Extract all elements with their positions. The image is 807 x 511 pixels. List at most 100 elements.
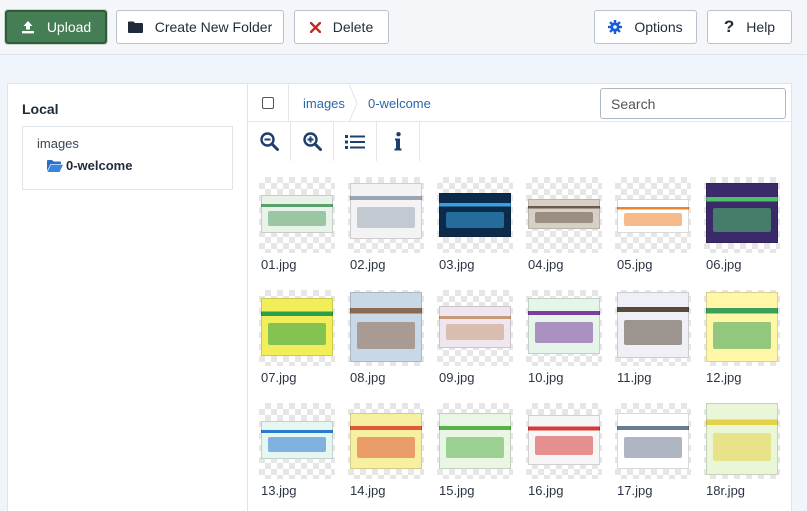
upload-button[interactable]: Upload xyxy=(5,10,107,44)
file-thumbnail[interactable] xyxy=(348,403,424,479)
close-icon xyxy=(309,21,321,33)
file-item[interactable]: 13.jpg xyxy=(259,403,335,498)
thumbnail-graphic xyxy=(623,319,683,346)
sidebar: Local images 0-welcome xyxy=(7,83,247,511)
create-new-folder-button[interactable]: Create New Folder xyxy=(116,10,284,44)
thumbnail-graphic xyxy=(623,213,683,227)
breadcrumb-0-welcome[interactable]: 0-welcome xyxy=(368,96,431,111)
file-thumbnail[interactable] xyxy=(615,290,691,366)
thumbnail-graphic xyxy=(267,322,327,345)
file-item[interactable]: 16.jpg xyxy=(526,403,602,498)
tree-item-label: 0-welcome xyxy=(66,158,133,173)
file-name: 18r.jpg xyxy=(706,483,746,498)
info-button[interactable] xyxy=(377,122,420,161)
thumbnail-image xyxy=(261,298,333,356)
thumbnail-image xyxy=(439,306,511,348)
breadcrumb-images[interactable]: images xyxy=(303,96,345,111)
thumbnail-graphic xyxy=(445,323,505,340)
thumbnail-graphic xyxy=(356,436,416,459)
delete-label: Delete xyxy=(332,19,374,35)
thumbnail-image xyxy=(350,413,422,469)
delete-button[interactable]: Delete xyxy=(294,10,389,44)
options-button[interactable]: Options xyxy=(594,10,697,44)
zoom-in-button[interactable] xyxy=(291,122,334,161)
upload-icon xyxy=(21,20,35,34)
thumbnail-image xyxy=(439,413,511,469)
file-name: 01.jpg xyxy=(261,257,297,272)
file-name: 08.jpg xyxy=(350,370,386,385)
list-view-button[interactable] xyxy=(334,122,377,161)
thumbnail-image xyxy=(617,292,689,358)
file-item[interactable]: 07.jpg xyxy=(259,290,335,385)
file-item[interactable]: 08.jpg xyxy=(348,290,424,385)
file-thumbnail[interactable] xyxy=(437,403,513,479)
file-item[interactable]: 04.jpg xyxy=(526,177,602,272)
thumbnail-image xyxy=(706,183,778,243)
file-name: 17.jpg xyxy=(617,483,653,498)
thumbnail-graphic xyxy=(267,437,327,452)
file-thumbnail[interactable] xyxy=(259,290,335,366)
thumbnail-image xyxy=(528,415,600,465)
search-input[interactable] xyxy=(600,88,786,119)
thumbnail-image xyxy=(528,298,600,354)
thumbnail-image xyxy=(350,183,422,239)
thumbnail-image xyxy=(706,292,778,362)
select-all-checkbox[interactable] xyxy=(262,97,274,109)
file-thumbnail[interactable] xyxy=(437,177,513,253)
file-item[interactable]: 09.jpg xyxy=(437,290,513,385)
open-folder-icon xyxy=(47,159,63,172)
file-thumbnail[interactable] xyxy=(437,290,513,366)
file-name: 14.jpg xyxy=(350,483,386,498)
divider xyxy=(288,84,289,122)
help-label: Help xyxy=(746,19,776,35)
thumbnail-image xyxy=(706,403,778,475)
file-name: 10.jpg xyxy=(528,370,564,385)
file-name: 09.jpg xyxy=(439,370,475,385)
file-item[interactable]: 02.jpg xyxy=(348,177,424,272)
thumbnail-image xyxy=(617,413,689,469)
zoom-out-button[interactable] xyxy=(248,122,291,161)
folder-icon xyxy=(127,21,143,33)
file-item[interactable]: 12.jpg xyxy=(704,290,780,385)
file-thumbnail[interactable] xyxy=(615,403,691,479)
file-thumbnail[interactable] xyxy=(704,177,780,253)
question-icon: ? xyxy=(723,17,735,36)
list-view-icon xyxy=(345,134,365,149)
tree-item-images[interactable]: images xyxy=(37,136,79,151)
file-thumbnail[interactable] xyxy=(526,403,602,479)
file-item[interactable]: 03.jpg xyxy=(437,177,513,272)
file-thumbnail[interactable] xyxy=(348,290,424,366)
zoom-in-icon xyxy=(302,132,322,151)
file-thumbnail[interactable] xyxy=(348,177,424,253)
thumbnail-graphic xyxy=(356,321,416,349)
file-thumbnail[interactable] xyxy=(259,177,335,253)
file-item[interactable]: 05.jpg xyxy=(615,177,691,272)
tree-item-0-welcome[interactable]: 0-welcome xyxy=(47,158,132,173)
thumbnail-graphic xyxy=(267,211,327,226)
file-thumbnail[interactable] xyxy=(704,290,780,366)
file-name: 05.jpg xyxy=(617,257,653,272)
file-item[interactable]: 10.jpg xyxy=(526,290,602,385)
file-thumbnail[interactable] xyxy=(704,403,780,479)
file-item[interactable]: 14.jpg xyxy=(348,403,424,498)
thumbnail-graphic xyxy=(445,211,505,229)
file-item[interactable]: 06.jpg xyxy=(704,177,780,272)
file-item[interactable]: 18r.jpg xyxy=(704,403,780,498)
media-panel: images 0-welcome 01.jpg 02.jpg 03.jpg 04.jp… xyxy=(247,83,793,511)
file-item[interactable]: 01.jpg xyxy=(259,177,335,272)
file-name: 16.jpg xyxy=(528,483,564,498)
file-name: 13.jpg xyxy=(261,483,297,498)
file-name: 07.jpg xyxy=(261,370,297,385)
file-thumbnail[interactable] xyxy=(259,403,335,479)
file-item[interactable]: 17.jpg xyxy=(615,403,691,498)
file-thumbnail[interactable] xyxy=(526,177,602,253)
file-thumbnail[interactable] xyxy=(615,177,691,253)
file-item[interactable]: 15.jpg xyxy=(437,403,513,498)
file-item[interactable]: 11.jpg xyxy=(615,290,691,385)
breadcrumb-separator-icon xyxy=(349,84,358,122)
help-button[interactable]: ? Help xyxy=(707,10,792,44)
file-thumbnail[interactable] xyxy=(526,290,602,366)
file-name: 02.jpg xyxy=(350,257,386,272)
view-toolbar xyxy=(248,122,793,161)
thumbnail-image xyxy=(261,421,333,459)
